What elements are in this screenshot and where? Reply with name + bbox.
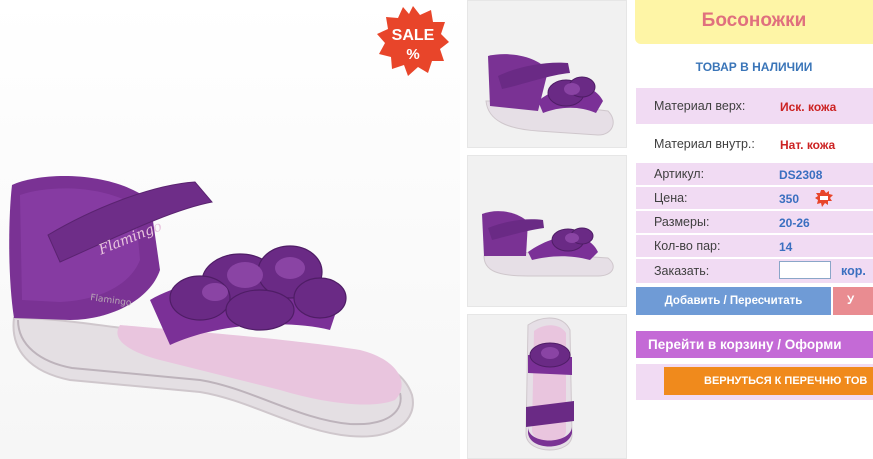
order-row: Заказать: [636, 259, 873, 283]
spec-row-pairs: Кол-во пар: 14 [636, 235, 873, 257]
sale-badge-label: SALE [392, 27, 435, 44]
arrow-left-icon [664, 367, 678, 395]
spec-row-price: Цена: 350 [636, 187, 873, 209]
sale-badge-percent: % [406, 46, 419, 63]
price-value: 350 [779, 192, 800, 206]
spec-value: DS2308 [779, 168, 823, 182]
spec-value: Нат. кожа [780, 138, 836, 152]
spec-row-sizes: Размеры: 20-26 [636, 211, 873, 233]
spec-value: 20-26 [779, 216, 810, 230]
sandal-thumb-side [485, 54, 614, 136]
spec-row-article: Артикул: DS2308 [636, 163, 873, 185]
spec-label: Артикул: [654, 167, 705, 181]
spec-value: Иск. кожа [780, 100, 837, 114]
thumbnail-3[interactable] [467, 314, 627, 459]
stock-status: ТОВАР В НАЛИЧИИ [695, 60, 813, 74]
sandal-thumb-side-2 [482, 211, 614, 277]
secondary-action-button[interactable]: У [833, 287, 873, 315]
back-to-list-button[interactable]: ВЕРНУТЬСЯ К ПЕРЕЧНЮ ТОВ [664, 367, 873, 395]
sale-small-icon [815, 190, 833, 207]
title-bar: Босоножки [635, 0, 873, 44]
unit-label: кор. [841, 264, 866, 278]
thumbnail-1[interactable] [467, 0, 627, 148]
order-label: Заказать: [654, 264, 710, 278]
spec-label: Материал внутр.: [654, 137, 755, 151]
spec-row-material-upper: Материал верх: Иск. кожа [636, 88, 873, 124]
spec-value: 14 [779, 240, 793, 254]
spec-label: Размеры: [654, 215, 710, 229]
add-recalculate-button[interactable]: Добавить / Пересчитать [636, 287, 831, 315]
quantity-input[interactable] [779, 261, 831, 279]
spec-label: Кол-во пар: [654, 239, 721, 253]
sale-badge: SALE % [377, 6, 449, 76]
spec-label: Материал верх: [654, 99, 746, 113]
product-title: Босоножки [701, 10, 807, 31]
thumbnail-2[interactable] [467, 155, 627, 307]
spec-label: Цена: [654, 191, 688, 205]
sandal-thumb-top [525, 317, 574, 451]
spec-row-material-inner: Материал внутр.: Нат. кожа [636, 126, 873, 162]
sale-burst-icon: SALE % [377, 6, 449, 76]
go-to-cart-button[interactable]: Перейти в корзину / Оформи [636, 331, 873, 358]
